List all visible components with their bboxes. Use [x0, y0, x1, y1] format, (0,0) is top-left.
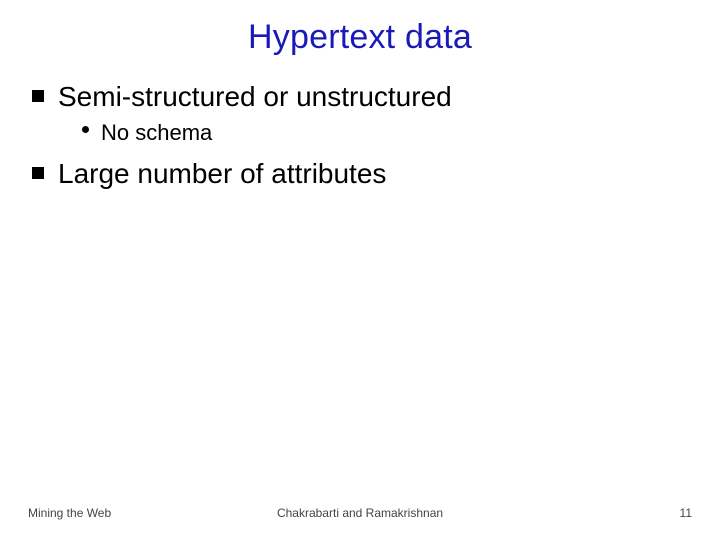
square-bullet-icon [32, 90, 44, 102]
sub-bullet-text: No schema [101, 120, 212, 146]
dot-bullet-icon [82, 126, 89, 133]
slide-footer: Mining the Web Chakrabarti and Ramakrish… [28, 506, 692, 520]
footer-center: Chakrabarti and Ramakrishnan [277, 506, 443, 520]
square-bullet-icon [32, 167, 44, 179]
bullet-level1: Large number of attributes [32, 156, 692, 191]
slide: Hypertext data Semi-structured or unstru… [0, 0, 720, 540]
bullet-level2: No schema [82, 120, 692, 146]
bullet-text: Large number of attributes [58, 156, 386, 191]
bullet-text: Semi-structured or unstructured [58, 79, 452, 114]
slide-title: Hypertext data [28, 18, 692, 57]
bullet-level1: Semi-structured or unstructured [32, 79, 692, 114]
page-number: 11 [680, 506, 692, 520]
footer-left: Mining the Web [28, 506, 111, 520]
